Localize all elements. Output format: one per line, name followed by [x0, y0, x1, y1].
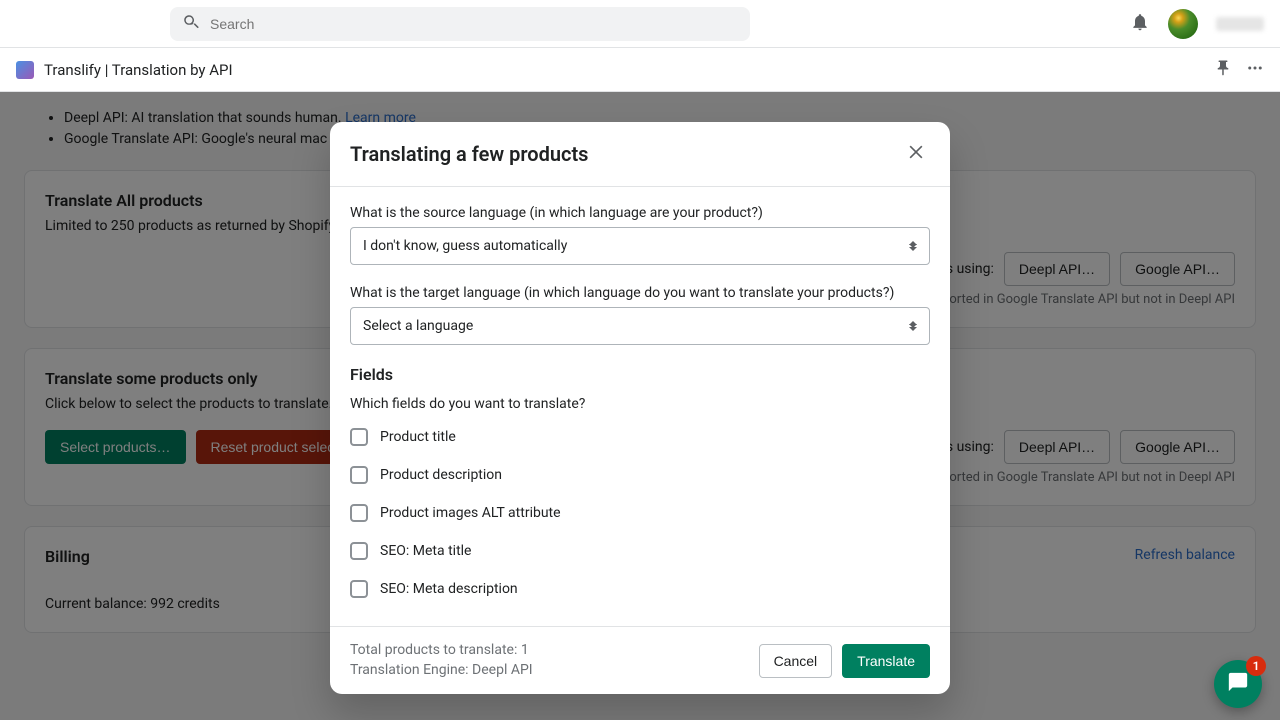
chat-bubble[interactable]: 1 — [1214, 660, 1262, 708]
footer-total: Total products to translate: 1 — [350, 641, 533, 661]
search-icon — [182, 13, 200, 35]
check-row-description[interactable]: Product description — [350, 456, 930, 494]
checkbox[interactable] — [350, 504, 368, 522]
check-label: Product description — [380, 467, 502, 483]
avatar[interactable] — [1168, 9, 1198, 39]
source-language-label: What is the source language (in which la… — [350, 205, 930, 221]
modal-footer: Total products to translate: 1 Translati… — [330, 626, 950, 694]
chat-icon — [1227, 671, 1249, 697]
check-label: Product images ALT attribute — [380, 505, 561, 521]
more-icon[interactable] — [1246, 59, 1264, 81]
check-row-alt[interactable]: Product images ALT attribute — [350, 494, 930, 532]
topbar — [0, 0, 1280, 48]
modal-title: Translating a few products — [350, 142, 588, 166]
app-icon — [16, 61, 34, 79]
chevron-updown-icon — [909, 321, 917, 331]
check-label: Product title — [380, 429, 456, 445]
fields-sub: Which fields do you want to translate? — [350, 396, 930, 412]
cancel-button[interactable]: Cancel — [759, 644, 833, 678]
modal-header: Translating a few products — [330, 122, 950, 187]
fields-heading: Fields — [350, 365, 930, 384]
chevron-updown-icon — [909, 241, 917, 251]
translate-button[interactable]: Translate — [842, 644, 930, 678]
translate-modal: Translating a few products What is the s… — [330, 122, 950, 694]
checkbox[interactable] — [350, 428, 368, 446]
chat-badge: 1 — [1246, 656, 1266, 676]
source-language-select[interactable]: I don't know, guess automatically — [350, 227, 930, 265]
close-icon — [906, 142, 926, 166]
checkbox[interactable] — [350, 580, 368, 598]
check-row-meta-desc[interactable]: SEO: Meta description — [350, 570, 930, 608]
app-title: Translify | Translation by API — [44, 61, 233, 79]
target-language-select[interactable]: Select a language — [350, 307, 930, 345]
target-language-label: What is the target language (in which la… — [350, 285, 930, 301]
check-label: SEO: Meta description — [380, 581, 518, 597]
footer-engine: Translation Engine: Deepl API — [350, 661, 533, 681]
search-input[interactable] — [210, 16, 738, 32]
check-row-title[interactable]: Product title — [350, 418, 930, 456]
check-row-meta-title[interactable]: SEO: Meta title — [350, 532, 930, 570]
checkbox[interactable] — [350, 466, 368, 484]
search-box[interactable] — [170, 7, 750, 41]
check-label: SEO: Meta title — [380, 543, 471, 559]
modal-body: What is the source language (in which la… — [330, 187, 950, 626]
notifications-icon[interactable] — [1130, 12, 1150, 36]
app-header: Translify | Translation by API — [0, 48, 1280, 92]
close-button[interactable] — [902, 140, 930, 168]
checkbox[interactable] — [350, 542, 368, 560]
user-name-blur — [1216, 17, 1264, 31]
pin-icon[interactable] — [1214, 59, 1232, 81]
